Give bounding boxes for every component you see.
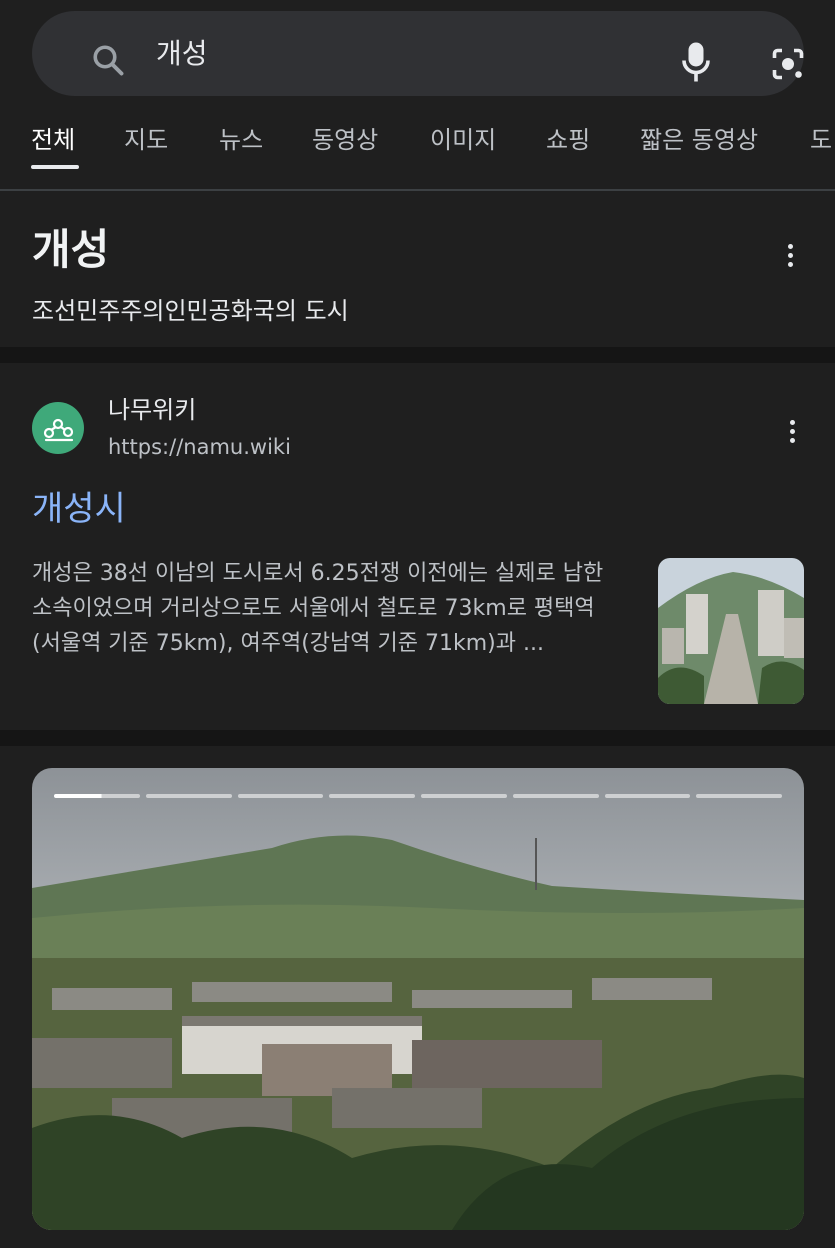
- tab-shopping[interactable]: 쇼핑: [546, 125, 590, 155]
- story-progress-bar: [54, 794, 782, 798]
- section-divider-2: [0, 730, 835, 746]
- story-progress-segment: [696, 794, 782, 798]
- microphone-icon[interactable]: [681, 41, 711, 83]
- story-progress-segment: [145, 794, 232, 798]
- story-progress-segment: [329, 794, 415, 798]
- knowledge-subtitle: 조선민주주의인민공화국의 도시: [32, 297, 349, 325]
- result-thumbnail[interactable]: [658, 558, 804, 704]
- tab-videos[interactable]: 동영상: [312, 125, 378, 155]
- tab-maps[interactable]: 지도: [124, 125, 168, 155]
- tree-logo-icon: [43, 418, 74, 442]
- story-progress-segment: [237, 794, 324, 798]
- result-title-link[interactable]: 개성시: [32, 487, 126, 531]
- result-snippet: 개성은 38선 이남의 도시로서 6.25전쟁 이전에는 실제로 남한 소속이었…: [32, 561, 604, 656]
- result-more-options-icon[interactable]: [788, 420, 796, 446]
- search-bar[interactable]: 개성: [32, 11, 804, 96]
- story-progress-segment: [421, 794, 507, 798]
- namuwiki-favicon[interactable]: [32, 402, 84, 454]
- tab-short-videos[interactable]: 짧은 동영상: [640, 125, 758, 155]
- section-divider: [0, 347, 835, 363]
- tab-all[interactable]: 전체: [31, 125, 75, 155]
- active-tab-indicator: [31, 165, 79, 169]
- tabs-divider: [0, 189, 835, 191]
- more-options-icon[interactable]: [786, 244, 794, 270]
- search-icon: [93, 45, 124, 76]
- story-progress-segment: [512, 794, 599, 798]
- result-site-name[interactable]: 나무위키: [108, 395, 196, 425]
- story-progress-segment: [54, 794, 140, 798]
- tab-images[interactable]: 이미지: [430, 125, 496, 155]
- search-tabs: 전체 지도 뉴스 동영상 이미지 쇼핑 짧은 동영상 도: [0, 115, 835, 190]
- tab-news[interactable]: 뉴스: [219, 125, 263, 155]
- search-input[interactable]: 개성: [156, 37, 208, 71]
- camera-lens-icon[interactable]: [769, 46, 807, 82]
- result-site-url[interactable]: https://namu.wiki: [108, 433, 291, 461]
- web-story-image[interactable]: [32, 768, 804, 1230]
- knowledge-title: 개성: [32, 225, 110, 274]
- tab-more[interactable]: 도: [810, 125, 832, 155]
- story-progress-segment: [604, 794, 691, 798]
